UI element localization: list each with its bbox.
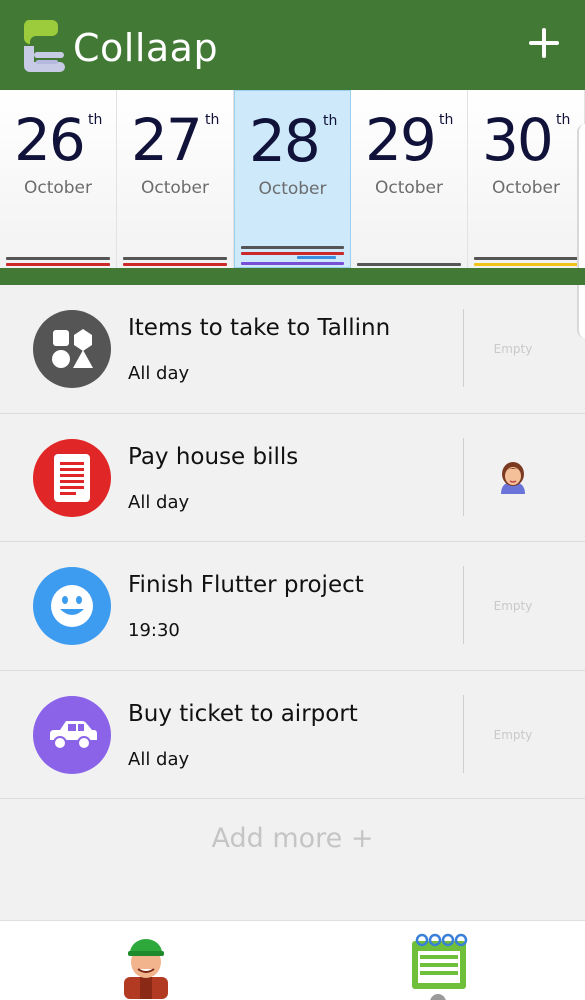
day-suffix: th bbox=[88, 112, 103, 128]
shapes-icon bbox=[33, 310, 111, 388]
task-row[interactable]: Pay house bills All day bbox=[0, 414, 585, 542]
date-cell-27[interactable]: 27th October bbox=[117, 90, 234, 268]
collaap-logo-icon bbox=[23, 20, 65, 72]
day-suffix: th bbox=[205, 112, 220, 128]
day-suffix: th bbox=[323, 113, 338, 129]
event-bars bbox=[357, 260, 461, 266]
event-bar bbox=[123, 257, 227, 260]
app-title: Collaap bbox=[73, 26, 219, 70]
add-more-button[interactable]: Add more + bbox=[0, 823, 585, 854]
event-bar bbox=[357, 263, 461, 266]
assignee-avatar-icon[interactable] bbox=[498, 460, 528, 494]
smiley-icon bbox=[33, 567, 111, 645]
calendar-icon[interactable] bbox=[408, 931, 470, 993]
task-time: All day bbox=[128, 748, 190, 770]
assignee-empty[interactable]: Empty bbox=[464, 342, 562, 356]
day-suffix: th bbox=[439, 112, 454, 128]
task-title: Items to take to Tallinn bbox=[128, 315, 391, 341]
month-label: October bbox=[258, 179, 327, 199]
event-bar bbox=[6, 257, 110, 260]
bill-icon bbox=[33, 438, 111, 517]
day-number: 27 bbox=[131, 106, 203, 174]
day-suffix: th bbox=[556, 112, 571, 128]
date-strip: 26th October 27th October 28th October 29th Oct… bbox=[0, 90, 585, 268]
bottom-nav bbox=[0, 920, 585, 1000]
date-cell-26[interactable]: 26th October bbox=[0, 90, 117, 268]
assignee-empty[interactable]: Empty bbox=[464, 728, 562, 742]
month-label: October bbox=[491, 178, 561, 198]
task-title: Pay house bills bbox=[128, 443, 299, 470]
event-bar bbox=[241, 246, 344, 249]
month-label: October bbox=[140, 178, 210, 198]
task-title: Finish Flutter project bbox=[128, 572, 364, 598]
event-bar bbox=[123, 263, 227, 266]
event-bars bbox=[474, 254, 578, 266]
task-list: Items to take to Tallinn All day Empty Pay … bbox=[0, 285, 585, 799]
day-number: 29 bbox=[365, 106, 437, 174]
task-row[interactable]: Finish Flutter project 19:30 Empty bbox=[0, 542, 585, 671]
day-number: 30 bbox=[482, 106, 554, 174]
header-divider bbox=[0, 268, 585, 285]
add-button[interactable] bbox=[523, 22, 567, 66]
date-cell-29[interactable]: 29th October bbox=[351, 90, 468, 268]
event-bar bbox=[474, 263, 578, 266]
event-bars bbox=[123, 254, 227, 266]
task-title: Buy ticket to airport bbox=[128, 700, 358, 727]
event-bar bbox=[241, 262, 344, 265]
date-cell-28[interactable]: 28th October bbox=[234, 90, 351, 268]
event-bars bbox=[241, 243, 344, 265]
day-number: 28 bbox=[249, 107, 321, 175]
day-number: 26 bbox=[14, 106, 86, 174]
task-row[interactable]: Buy ticket to airport All day Empty bbox=[0, 671, 585, 799]
task-time: All day bbox=[128, 491, 190, 513]
profile-avatar-icon[interactable] bbox=[118, 929, 174, 999]
event-bar bbox=[241, 252, 344, 255]
task-divider bbox=[463, 437, 464, 516]
task-time: All day bbox=[128, 363, 190, 384]
event-bars bbox=[6, 254, 110, 266]
event-bar bbox=[474, 257, 578, 260]
assignee-empty[interactable]: Empty bbox=[464, 599, 562, 613]
event-bar bbox=[6, 263, 110, 266]
task-time: 19:30 bbox=[128, 620, 180, 641]
task-row[interactable]: Items to take to Tallinn All day Empty bbox=[0, 285, 585, 414]
month-label: October bbox=[374, 178, 444, 198]
event-bar bbox=[297, 256, 336, 259]
date-cell-30[interactable]: 30th October bbox=[468, 90, 585, 268]
car-icon bbox=[33, 695, 111, 774]
app-header: Collaap bbox=[0, 0, 585, 90]
month-label: October bbox=[23, 178, 93, 198]
nav-indicator bbox=[430, 994, 446, 1000]
